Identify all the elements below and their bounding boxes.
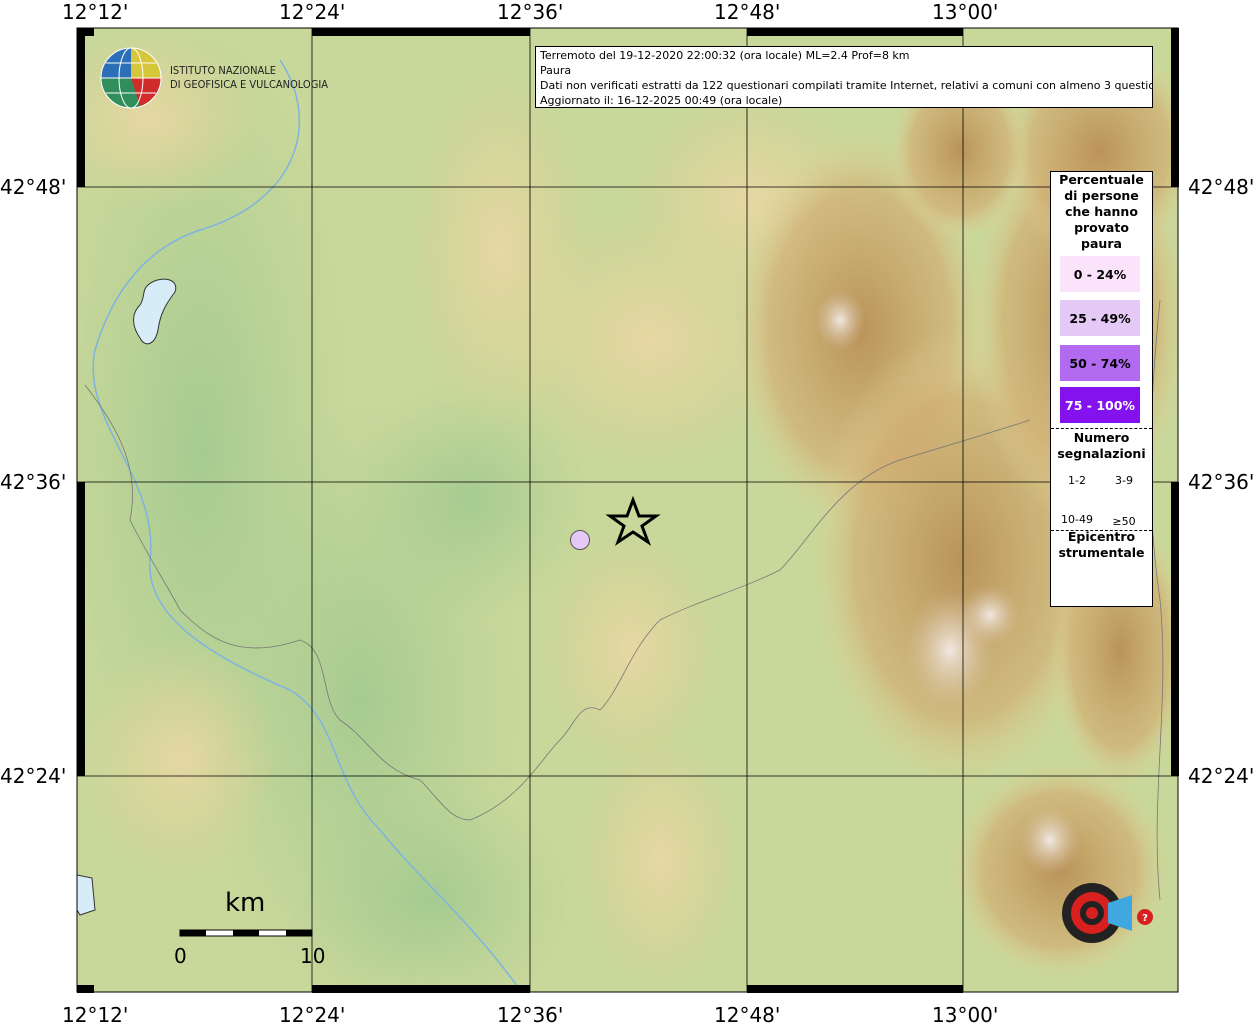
lon-label-bottom: 12°36' bbox=[497, 1003, 564, 1027]
updated-timestamp: Aggiornato il: 16-12-2025 00:49 (ora loc… bbox=[540, 94, 783, 107]
lat-label-left: 42°48' bbox=[0, 175, 67, 199]
lon-label-top: 12°36' bbox=[497, 0, 564, 24]
legend-count-10-49: 10-49 bbox=[1061, 513, 1093, 526]
legend-epicenter-title: strumentale bbox=[1058, 545, 1145, 560]
map-type: Paura bbox=[540, 64, 572, 77]
lon-label-top: 12°48' bbox=[714, 0, 781, 24]
scale-bar bbox=[179, 929, 313, 937]
event-title: Terremoto del 19-12-2020 22:00:32 (ora l… bbox=[540, 49, 910, 62]
legend-count-title: segnalazioni bbox=[1057, 446, 1146, 461]
legend-class-25-49: 25 - 49% bbox=[1060, 300, 1140, 336]
legend-title-line: Percentuale bbox=[1059, 172, 1144, 187]
lat-label-right: 42°48' bbox=[1188, 175, 1254, 199]
legend-title-line: provato bbox=[1074, 220, 1129, 235]
legend: Percentuale di persone che hanno provato… bbox=[1050, 171, 1153, 607]
legend-title-line: paura bbox=[1081, 236, 1122, 251]
legend-title-line: di persone bbox=[1064, 188, 1139, 203]
legend-count-title: Numero bbox=[1073, 430, 1130, 445]
logo-line: ISTITUTO NAZIONALE bbox=[170, 64, 277, 77]
svg-text:?: ? bbox=[1142, 913, 1148, 924]
legend-class-75-100: 75 - 100% bbox=[1060, 387, 1140, 423]
lon-label-top: 13°00' bbox=[932, 0, 999, 24]
legend-epicenter-title: Epicentro bbox=[1067, 529, 1136, 544]
lat-label-left: 42°36' bbox=[0, 470, 67, 494]
scale-max-label: 10 bbox=[300, 944, 326, 968]
ingv-logo-text: ISTITUTO NAZIONALE DI GEOFISICA E VULCAN… bbox=[170, 64, 328, 92]
lat-label-right: 42°36' bbox=[1188, 470, 1254, 494]
lon-label-top: 12°12' bbox=[62, 0, 129, 24]
legend-class-0-24: 0 - 24% bbox=[1060, 256, 1140, 292]
lon-label-bottom: 12°48' bbox=[714, 1003, 781, 1027]
legend-title-line: che hanno bbox=[1065, 204, 1138, 219]
lon-label-bottom: 12°12' bbox=[62, 1003, 129, 1027]
legend-count-3-9: 3-9 bbox=[1115, 474, 1133, 487]
report-marker[interactable] bbox=[570, 530, 590, 550]
logo-line: DI GEOFISICA E VULCANOLOGIA bbox=[170, 78, 329, 91]
lat-label-right: 42°24' bbox=[1188, 764, 1254, 788]
legend-divider bbox=[1051, 428, 1152, 429]
event-info-box: Terremoto del 19-12-2020 22:00:32 (ora l… bbox=[535, 46, 1153, 108]
data-note: Dati non verificati estratti da 122 ques… bbox=[540, 79, 1153, 92]
lon-label-top: 12°24' bbox=[279, 0, 346, 24]
lon-label-bottom: 12°24' bbox=[279, 1003, 346, 1027]
lon-label-bottom: 13°00' bbox=[932, 1003, 999, 1027]
lake-small bbox=[77, 874, 96, 916]
ingv-logo-icon bbox=[100, 47, 162, 109]
scale-unit-label: km bbox=[225, 888, 266, 918]
legend-count-50-plus: ≥50 bbox=[1112, 515, 1136, 528]
legend-class-50-74: 50 - 74% bbox=[1060, 345, 1140, 381]
legend-count-1-2: 1-2 bbox=[1068, 474, 1086, 487]
lat-label-left: 42°24' bbox=[0, 764, 67, 788]
scale-min-label: 0 bbox=[174, 944, 187, 968]
